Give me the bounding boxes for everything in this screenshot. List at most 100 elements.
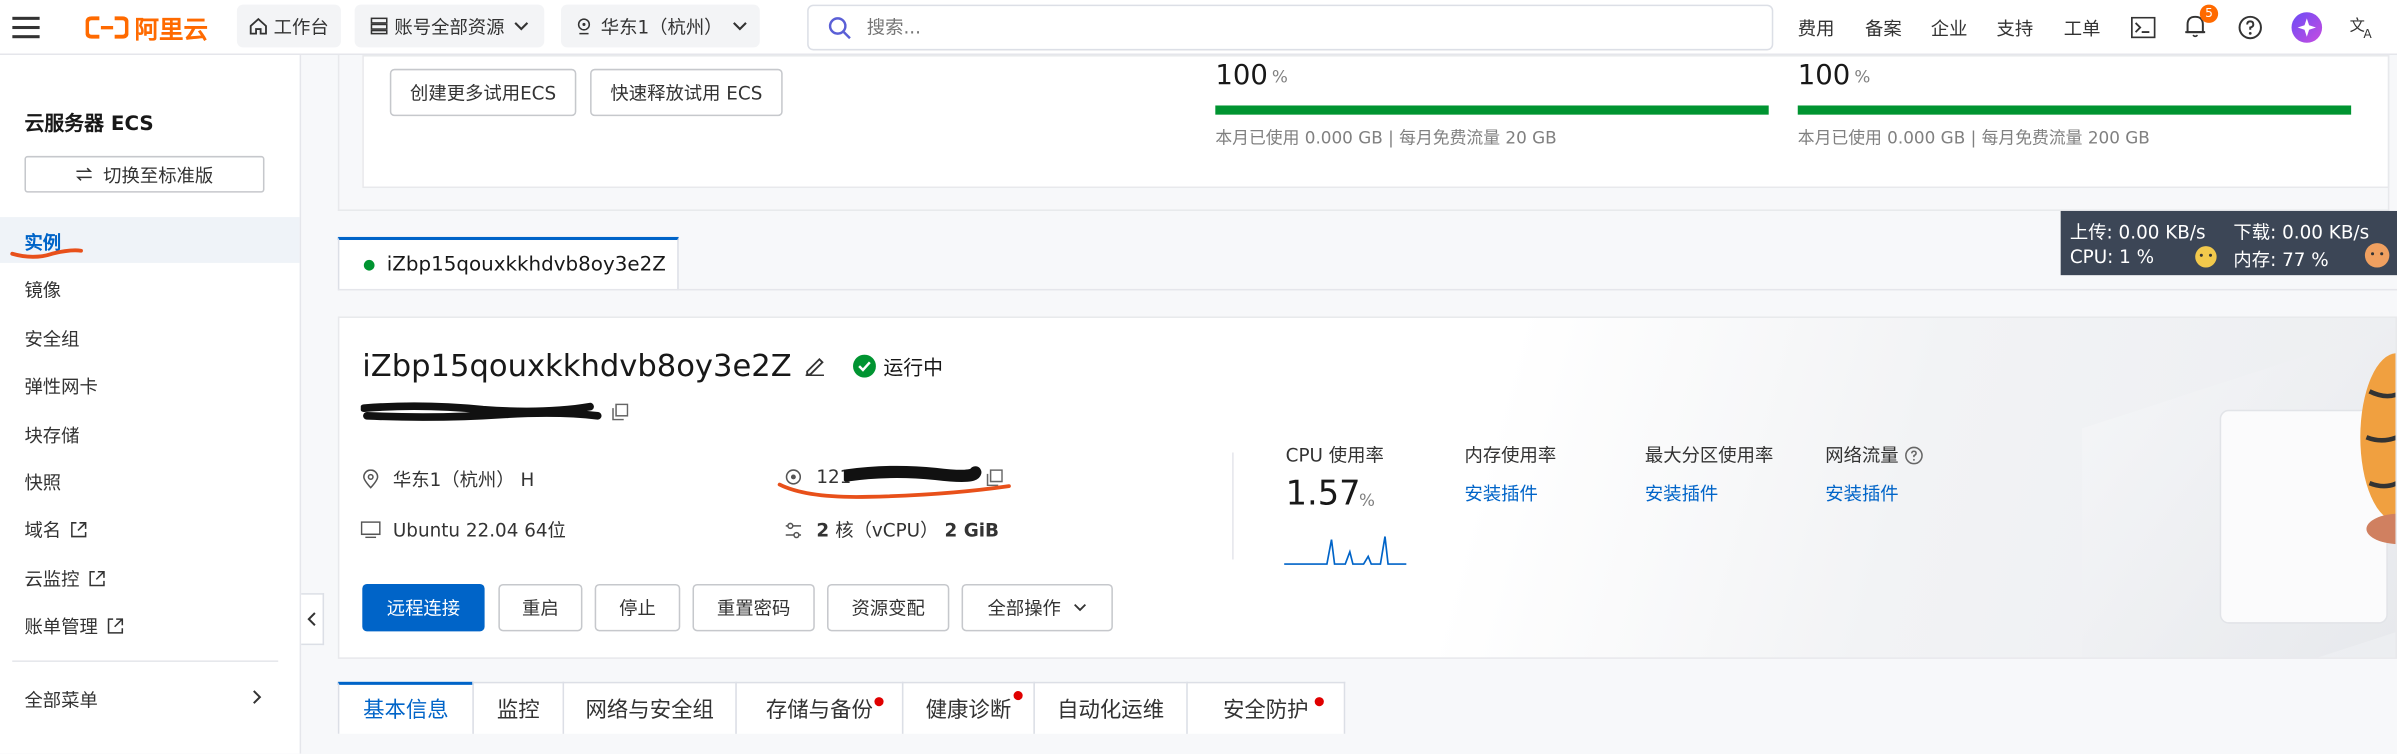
all-operations-label: 全部操作 <box>987 597 1061 620</box>
notification-button[interactable]: 5 <box>2183 4 2219 42</box>
sliders-icon <box>785 521 802 538</box>
chevron-down-icon <box>514 22 529 31</box>
restart-button[interactable]: 重启 <box>498 583 583 632</box>
usage-unit: % <box>1854 67 1871 88</box>
icp-filing-link[interactable]: 备案 <box>1865 15 1902 41</box>
tab-monitoring[interactable]: 监控 <box>472 681 565 734</box>
logo-text: 阿里云 <box>134 15 208 45</box>
resource-scope-dropdown[interactable]: 账号全部资源 <box>354 4 545 48</box>
sidebar-item-security-groups[interactable]: 安全组 <box>24 326 79 352</box>
usage-bar <box>1215 105 1769 115</box>
workbench-label: 工作台 <box>273 16 329 38</box>
sidebar-item-eni[interactable]: 弹性网卡 <box>24 373 97 399</box>
search-icon <box>828 17 851 40</box>
tab-label: 监控 <box>496 697 540 723</box>
ai-assistant-icon[interactable] <box>2291 12 2323 43</box>
region-dropdown[interactable]: 华东1（杭州） <box>561 4 760 48</box>
spec-info: 2 核（vCPU） 2 GiB <box>784 517 999 543</box>
quick-release-trial-button[interactable]: 快速释放试用 ECS <box>590 68 783 117</box>
aliyun-logo[interactable]: 阿里云 <box>85 9 208 46</box>
tab-label: 存储与备份 <box>765 697 873 723</box>
all-menu-item[interactable]: 全部菜单 <box>24 686 269 712</box>
menu-icon[interactable] <box>12 15 40 39</box>
region-info: 华东1（杭州） H <box>362 466 534 492</box>
all-operations-dropdown[interactable]: 全部操作 <box>961 583 1113 632</box>
support-link[interactable]: 支持 <box>1996 15 2033 41</box>
cpu-usage-label: CPU 使用率 <box>1285 444 1384 467</box>
instance-tab-label: iZbp15qouxkkhdvb8oy3e2Z <box>386 253 666 277</box>
tab-alert-dot <box>1314 697 1324 707</box>
resize-resources-label: 资源变配 <box>851 597 925 620</box>
location-pin-icon <box>363 469 379 489</box>
status-badge: 运行中 <box>883 356 944 380</box>
sidebar-title: 云服务器 ECS <box>24 113 154 137</box>
create-more-trial-button[interactable]: 创建更多试用ECS <box>389 68 577 117</box>
sidebar-item-images[interactable]: 镜像 <box>24 277 61 303</box>
sidebar-item-billing[interactable]: 账单管理 <box>24 613 124 639</box>
tab-row-line <box>337 288 2397 291</box>
edit-icon[interactable] <box>804 355 825 377</box>
external-link-icon <box>89 570 105 587</box>
help-icon[interactable] <box>1905 445 1923 464</box>
workbench-button[interactable]: 工作台 <box>236 4 341 48</box>
sidebar-item-instances[interactable]: 实例 <box>0 217 300 263</box>
copy-icon[interactable] <box>611 403 629 421</box>
network-monitor-overlay: 上传: 0.00 KB/s 下载: 0.00 KB/s CPU: 1 % 内存:… <box>2060 210 2397 276</box>
home-icon <box>249 17 267 35</box>
quick-release-label: 快速释放试用 ECS <box>610 82 763 104</box>
tab-alert-dot <box>1013 690 1023 701</box>
disk-install-plugin-link[interactable]: 安装插件 <box>1645 480 1718 506</box>
sidebar-item-block-storage[interactable]: 块存储 <box>24 422 79 448</box>
tab-alert-dot <box>874 697 884 707</box>
instance-tab[interactable]: iZbp15qouxkkhdvb8oy3e2Z <box>337 236 679 291</box>
tab-health-diagnosis[interactable]: 健康诊断 <box>901 681 1035 734</box>
reset-password-button[interactable]: 重置密码 <box>692 583 815 632</box>
search-input[interactable] <box>866 12 1723 43</box>
memory-install-plugin-link[interactable]: 安装插件 <box>1464 480 1537 506</box>
tab-network-security[interactable]: 网络与安全组 <box>562 681 737 734</box>
location-pin-icon <box>577 18 591 35</box>
sidebar-collapse-handle[interactable] <box>301 593 325 646</box>
usage-bar-fill <box>1215 105 1769 115</box>
search-box[interactable] <box>807 4 1774 51</box>
network-install-plugin-link[interactable]: 安装插件 <box>1825 480 1898 506</box>
stack-icon <box>370 17 388 35</box>
usage-note: 本月已使用 0.000 GB | 每月免费流量 20 GB <box>1215 128 1557 149</box>
tab-storage-backup[interactable]: 存储与备份 <box>735 681 904 734</box>
help-icon[interactable] <box>2238 15 2262 40</box>
tab-label: 自动化运维 <box>1057 697 1165 723</box>
language-icon[interactable]: 文A <box>2350 15 2378 40</box>
stop-label: 停止 <box>619 597 656 620</box>
remote-connect-button[interactable]: 远程连接 <box>362 583 485 632</box>
svg-text:A: A <box>2363 27 2372 40</box>
stop-button[interactable]: 停止 <box>594 583 681 632</box>
tab-automation-ops[interactable]: 自动化运维 <box>1033 681 1188 734</box>
running-dot <box>363 259 375 271</box>
switch-label: 切换至标准版 <box>103 164 214 186</box>
resize-resources-button[interactable]: 资源变配 <box>827 583 950 632</box>
tab-basic-info[interactable]: 基本信息 <box>337 681 474 734</box>
spec-core-unit: 核（vCPU） <box>835 519 939 542</box>
terminal-icon[interactable] <box>2131 16 2156 39</box>
region-value: 华东1（杭州） H <box>392 469 535 491</box>
notification-badge: 5 <box>2199 4 2219 23</box>
sidebar-item-cloud-monitor[interactable]: 云监控 <box>24 566 105 592</box>
ticket-link[interactable]: 工单 <box>2064 15 2101 41</box>
sidebar-item-label: 云监控 <box>24 568 80 591</box>
memory-usage-label: 内存使用率 <box>1464 444 1557 467</box>
switch-to-standard-button[interactable]: 切换至标准版 <box>24 155 265 193</box>
tab-security-protection[interactable]: 安全防护 <box>1186 681 1346 734</box>
cpu-usage-value: 1.57 <box>1285 475 1361 514</box>
external-link-icon <box>107 618 124 634</box>
usage-bar-fill <box>1797 105 2352 115</box>
usage-bar <box>1797 105 2352 115</box>
annotation-underline <box>777 482 1011 499</box>
vertical-divider <box>1232 452 1234 560</box>
upload-speed: 上传: 0.00 KB/s <box>2069 221 2206 244</box>
enterprise-link[interactable]: 企业 <box>1931 15 1968 41</box>
billing-link[interactable]: 费用 <box>1798 15 1835 41</box>
sidebar-item-domains[interactable]: 域名 <box>24 517 87 543</box>
sidebar-item-snapshots[interactable]: 快照 <box>24 469 61 495</box>
tab-label: 网络与安全组 <box>585 697 714 723</box>
trial-card: 创建更多试用ECS 快速释放试用 ECS 100 % 本月已使用 0.000 G… <box>362 55 2390 189</box>
